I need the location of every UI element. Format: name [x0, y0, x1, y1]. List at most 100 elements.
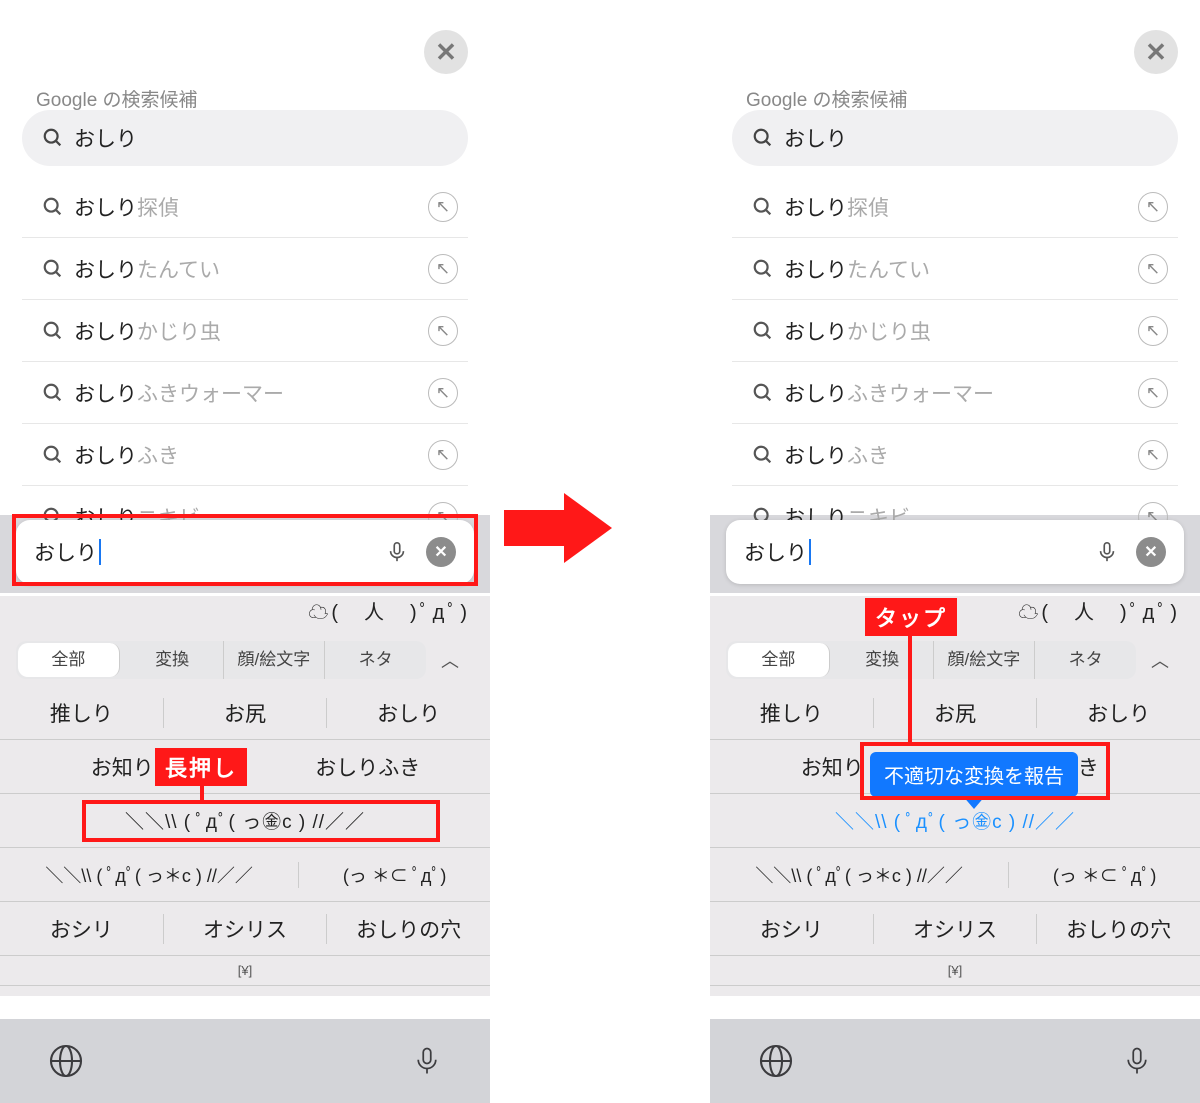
yen-key-row[interactable]: [¥] — [0, 956, 490, 986]
insert-arrow-icon[interactable]: ↖ — [428, 378, 458, 408]
mic-icon[interactable] — [386, 538, 408, 566]
suggestion-row[interactable]: おしりふき ↖ — [22, 424, 468, 486]
close-button[interactable]: ✕ — [1134, 30, 1178, 74]
candidate-cell[interactable]: (っ ＊⊂ ﾟдﾟ) — [299, 862, 490, 888]
tab-convert[interactable]: 変換 — [122, 641, 224, 679]
clear-input-button[interactable]: ✕ — [426, 537, 456, 567]
suggestion-header: Google の検索候補 — [746, 85, 908, 112]
arrow-icon — [504, 493, 614, 563]
text-cursor — [809, 539, 811, 565]
close-button[interactable]: ✕ — [424, 30, 468, 74]
candidate-cell[interactable]: お尻 — [164, 698, 328, 728]
candidate-cell[interactable]: おしり — [327, 698, 490, 728]
collapse-icon[interactable]: ︿ — [426, 647, 474, 673]
candidate-cell[interactable]: おシリ — [0, 914, 164, 944]
insert-arrow-icon[interactable]: ↖ — [1138, 254, 1168, 284]
candidate-tabs: 全部 変換 顔/絵文字 ネタ ︿ — [16, 640, 474, 680]
insert-arrow-icon[interactable]: ↖ — [1138, 192, 1168, 222]
globe-icon[interactable] — [758, 1043, 794, 1079]
ime-input-text: おしり — [744, 537, 1096, 567]
suggestion-row[interactable]: おしりふき ↖ — [732, 424, 1178, 486]
candidate-cell[interactable]: 推しり — [710, 698, 874, 728]
search-icon — [752, 444, 784, 466]
suggestion-row[interactable]: おしり探偵 ↖ — [732, 176, 1178, 238]
suggestion-list: おしり おしり探偵 ↖ おしりたんてい ↖ おしりかじり虫 ↖ おしりふきウォー… — [732, 110, 1178, 548]
insert-arrow-icon[interactable]: ↖ — [1138, 316, 1168, 346]
kaomoji-strip[interactable]: ☁( 人 )ﾟдﾟ) — [1018, 596, 1180, 625]
collapse-icon[interactable]: ︿ — [1136, 647, 1184, 673]
annotation-line — [200, 782, 204, 804]
candidate-cell[interactable]: ＼＼\\ ( ﾟдﾟ( っ＊c ) //／／ — [710, 862, 1009, 888]
suggestion-header: Google の検索候補 — [36, 85, 198, 112]
insert-arrow-icon[interactable]: ↖ — [428, 440, 458, 470]
insert-arrow-icon[interactable]: ↖ — [428, 192, 458, 222]
clear-input-button[interactable]: ✕ — [1136, 537, 1166, 567]
candidate-cell[interactable]: おシリ — [710, 914, 874, 944]
suggestion-query[interactable]: おしり — [732, 110, 1178, 166]
search-icon — [752, 382, 784, 404]
tab-neta[interactable]: ネタ — [325, 641, 426, 679]
insert-arrow-icon[interactable]: ↖ — [428, 316, 458, 346]
mic-icon[interactable] — [412, 1041, 442, 1081]
annotation-label-longpress: 長押し — [155, 748, 247, 786]
search-icon — [42, 258, 74, 280]
suggestion-row[interactable]: おしりたんてい ↖ — [22, 238, 468, 300]
tab-all[interactable]: 全部 — [728, 643, 830, 677]
candidate-cell[interactable]: オシリス — [874, 914, 1038, 944]
mic-icon[interactable] — [1122, 1041, 1152, 1081]
annotation-line — [908, 632, 912, 744]
globe-icon[interactable] — [48, 1043, 84, 1079]
suggestion-query[interactable]: おしり — [22, 110, 468, 166]
candidate-cell[interactable]: おしり — [1037, 698, 1200, 728]
ime-input-bar[interactable]: おしり ✕ — [726, 520, 1184, 584]
suggestion-row[interactable]: おしり探偵 ↖ — [22, 176, 468, 238]
search-icon — [752, 127, 784, 149]
candidate-grid: 推しり お尻 おしり お知り ふき ＼＼\\ ( ﾟдﾟ( っ㊎c ) //／／… — [710, 686, 1200, 986]
suggestion-row[interactable]: おしりたんてい ↖ — [732, 238, 1178, 300]
suggestion-text: おしり探偵 — [74, 192, 428, 222]
suggestion-text: おしりたんてい — [74, 254, 428, 284]
suggestion-row[interactable]: おしりふきウォーマー ↖ — [732, 362, 1178, 424]
candidate-cell[interactable]: (っ ＊⊂ ﾟдﾟ) — [1009, 862, 1200, 888]
suggestion-row[interactable]: おしりかじり虫 ↖ — [732, 300, 1178, 362]
candidate-cell[interactable]: ＼＼\\ ( ﾟдﾟ( っ㊎c ) //／／ — [0, 807, 490, 834]
insert-arrow-icon[interactable]: ↖ — [428, 254, 458, 284]
kaomoji-strip[interactable]: ☁( 人 )ﾟдﾟ) — [308, 596, 470, 625]
search-icon — [752, 196, 784, 218]
keyboard-bottom-bar — [0, 1019, 490, 1103]
mic-icon[interactable] — [1096, 538, 1118, 566]
candidate-cell[interactable]: おしりの穴 — [327, 914, 490, 944]
insert-arrow-icon[interactable]: ↖ — [1138, 440, 1168, 470]
report-tooltip[interactable]: 不適切な変換を報告 — [870, 752, 1078, 797]
suggestion-row[interactable]: おしりふきウォーマー ↖ — [22, 362, 468, 424]
candidate-cell[interactable]: オシリス — [164, 914, 328, 944]
search-icon — [752, 258, 784, 280]
suggestion-text: おしりたんてい — [784, 254, 1138, 284]
suggestion-list: おしり おしり探偵 ↖ おしりたんてい ↖ おしりかじり虫 ↖ おしりふきウォー… — [22, 110, 468, 548]
candidate-cell[interactable]: おしりふき — [246, 752, 491, 782]
ime-input-bar[interactable]: おしり ✕ — [16, 520, 474, 584]
tab-emoji[interactable]: 顔/絵文字 — [934, 641, 1036, 679]
panel-left: ✕ Google の検索候補 おしり おしり探偵 ↖ おしりたんてい ↖ おしり… — [0, 0, 490, 1103]
tab-emoji[interactable]: 顔/絵文字 — [224, 641, 326, 679]
candidate-cell[interactable]: ＼＼\\ ( ﾟдﾟ( っ＊c ) //／／ — [0, 862, 299, 888]
candidate-cell[interactable]: 推しり — [0, 698, 164, 728]
search-icon — [42, 382, 74, 404]
candidate-grid: 推しり お尻 おしり お知り おしりふき ＼＼\\ ( ﾟдﾟ( っ㊎c ) /… — [0, 686, 490, 986]
tab-neta[interactable]: ネタ — [1035, 641, 1136, 679]
yen-key-row[interactable]: [¥] — [710, 956, 1200, 986]
suggestion-text: おしりふき — [784, 440, 1138, 470]
candidate-cell[interactable]: お尻 — [874, 698, 1038, 728]
ime-input-text: おしり — [34, 537, 386, 567]
tab-all[interactable]: 全部 — [18, 643, 120, 677]
tab-convert[interactable]: 変換 — [832, 641, 934, 679]
search-icon — [42, 127, 74, 149]
candidate-cell[interactable]: おしりの穴 — [1037, 914, 1200, 944]
search-icon — [42, 196, 74, 218]
search-icon — [42, 444, 74, 466]
suggestion-text: おしり — [784, 123, 1178, 153]
suggestion-row[interactable]: おしりかじり虫 ↖ — [22, 300, 468, 362]
insert-arrow-icon[interactable]: ↖ — [1138, 378, 1168, 408]
candidate-cell-selected[interactable]: ＼＼\\ ( ﾟдﾟ( っ㊎c ) //／／ — [710, 807, 1200, 834]
suggestion-text: おしりふきウォーマー — [784, 378, 1138, 408]
